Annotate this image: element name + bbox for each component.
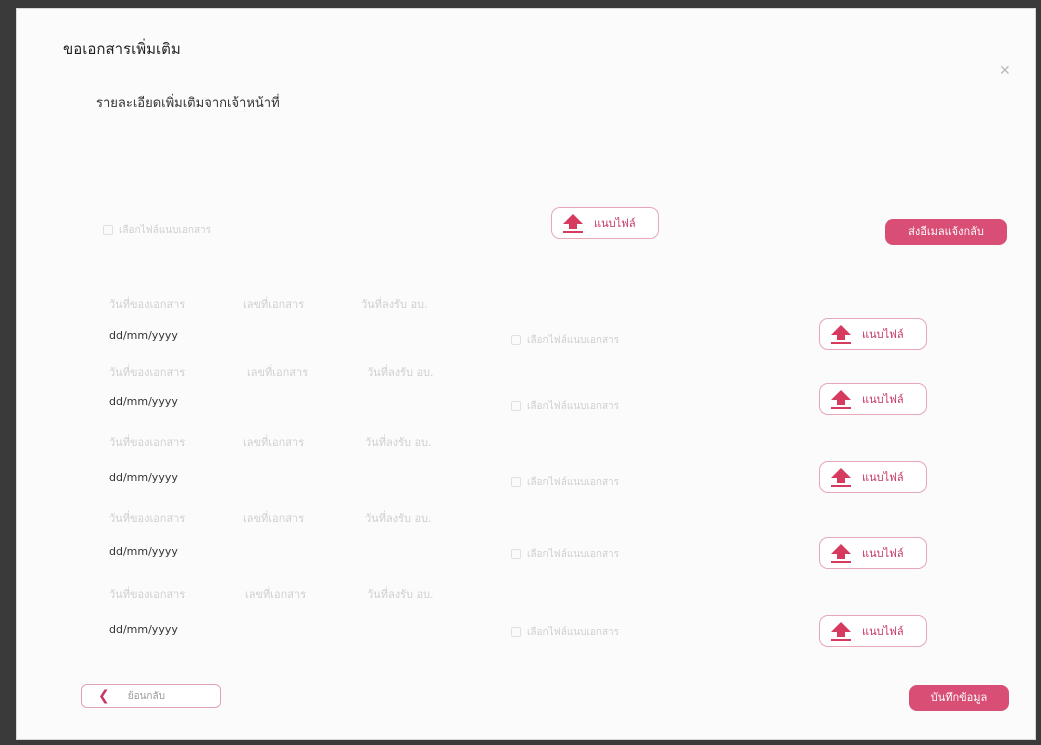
document-request-dialog: ขอเอกสารเพิ่มเติม ✕ รายละเอียดเพิ่มเติมจ… — [16, 8, 1036, 740]
chevron-left-icon: ❮ — [98, 688, 110, 704]
upload-button[interactable]: แนบไฟล์ — [551, 207, 659, 239]
dialog-title: ขอเอกสารเพิ่มเติม — [63, 40, 181, 58]
upload-button[interactable]: แนบไฟล์ — [819, 537, 927, 569]
doc-date-input[interactable]: dd/mm/yyyy — [109, 623, 178, 636]
file-icon — [511, 549, 521, 559]
header-received-date: วันที่ลงรับ อบ. — [365, 512, 432, 525]
dialog-subtitle: รายละเอียดเพิ่มเติมจากเจ้าหน้าที่ — [96, 96, 280, 111]
header-received-date: วันที่ลงรับ อบ. — [365, 436, 432, 449]
file-icon — [103, 225, 113, 235]
header-doc-date: วันที่ของเอกสาร — [109, 298, 186, 311]
header-doc-date: วันที่ของเอกสาร — [109, 512, 186, 525]
back-label: ย้อนกลับ — [127, 690, 165, 702]
header-doc-number: เลขที่เอกสาร — [245, 588, 307, 601]
upload-arrow-icon — [830, 542, 852, 564]
send-email-button[interactable]: ส่งอีเมลแจ้งกลับ — [885, 219, 1007, 245]
upload-label: แนบไฟล์ — [862, 471, 904, 484]
header-doc-date: วันที่ของเอกสาร — [109, 588, 186, 601]
upload-label: แนบไฟล์ — [862, 328, 904, 341]
upload-button[interactable]: แนบไฟล์ — [819, 615, 927, 647]
header-doc-date: วันที่ของเอกสาร — [109, 366, 186, 379]
doc-date-input[interactable]: dd/mm/yyyy — [109, 329, 178, 342]
upload-label: แนบไฟล์ — [862, 625, 904, 638]
upload-arrow-icon — [830, 466, 852, 488]
header-received-date: วันที่ลงรับ อบ. — [367, 366, 434, 379]
header-received-date: วันที่ลงรับ อบ. — [367, 588, 434, 601]
upload-button[interactable]: แนบไฟล์ — [819, 461, 927, 493]
upload-label: แนบไฟล์ — [594, 217, 636, 230]
upload-arrow-icon — [830, 388, 852, 410]
upload-label: แนบไฟล์ — [862, 547, 904, 560]
header-doc-date: วันที่ของเอกสาร — [109, 436, 186, 449]
save-button[interactable]: บันทึกข้อมูล — [909, 685, 1009, 711]
file-placeholder[interactable]: เลือกไฟล์แนบเอกสาร — [103, 223, 211, 238]
close-icon[interactable]: ✕ — [999, 63, 1011, 79]
header-doc-number: เลขที่เอกสาร — [247, 366, 309, 379]
doc-date-input[interactable]: dd/mm/yyyy — [109, 545, 178, 558]
file-placeholder[interactable]: เลือกไฟล์แนบเอกสาร — [511, 625, 619, 640]
header-received-date: วันที่ลงรับ อบ. — [361, 298, 428, 311]
header-doc-number: เลขที่เอกสาร — [243, 298, 305, 311]
back-button[interactable]: ❮ ย้อนกลับ — [81, 684, 221, 708]
doc-date-input[interactable]: dd/mm/yyyy — [109, 471, 178, 484]
upload-button[interactable]: แนบไฟล์ — [819, 383, 927, 415]
upload-arrow-icon — [830, 323, 852, 345]
doc-date-input[interactable]: dd/mm/yyyy — [109, 395, 178, 408]
file-placeholder[interactable]: เลือกไฟล์แนบเอกสาร — [511, 547, 619, 562]
file-icon — [511, 335, 521, 345]
file-placeholder[interactable]: เลือกไฟล์แนบเอกสาร — [511, 333, 619, 348]
header-doc-number: เลขที่เอกสาร — [243, 436, 305, 449]
header-doc-number: เลขที่เอกสาร — [243, 512, 305, 525]
file-placeholder[interactable]: เลือกไฟล์แนบเอกสาร — [511, 399, 619, 414]
upload-label: แนบไฟล์ — [862, 393, 904, 406]
upload-button[interactable]: แนบไฟล์ — [819, 318, 927, 350]
file-icon — [511, 627, 521, 637]
file-icon — [511, 401, 521, 411]
file-placeholder[interactable]: เลือกไฟล์แนบเอกสาร — [511, 475, 619, 490]
upload-arrow-icon — [562, 212, 584, 234]
upload-arrow-icon — [830, 620, 852, 642]
file-icon — [511, 477, 521, 487]
